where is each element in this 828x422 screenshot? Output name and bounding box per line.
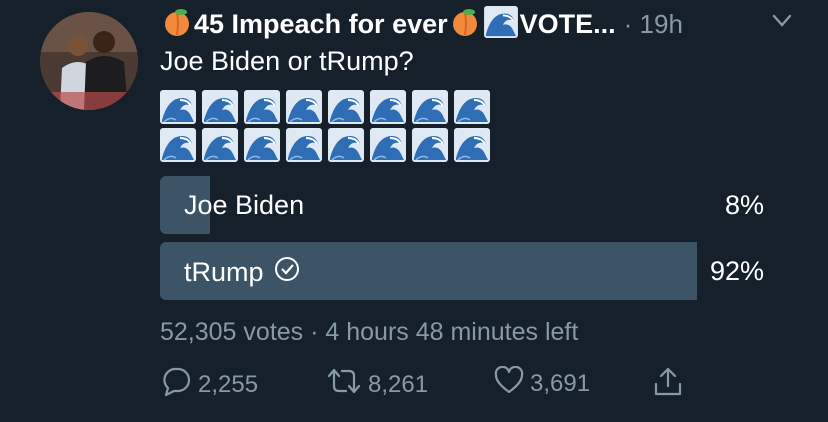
wave-emoji-icon bbox=[370, 90, 406, 124]
poll-option-label: Joe Biden bbox=[184, 190, 304, 221]
retweet-button[interactable]: 8,261 bbox=[326, 366, 428, 403]
avatar-photo bbox=[40, 12, 138, 110]
wave-emoji-icon bbox=[286, 128, 322, 162]
wave-emoji-icon bbox=[202, 90, 238, 124]
check-circle-icon bbox=[274, 256, 300, 289]
wave-emoji-row bbox=[160, 128, 490, 162]
wave-emoji-icon bbox=[160, 128, 196, 162]
wave-emoji-icon bbox=[160, 90, 196, 124]
wave-emoji-icon bbox=[370, 128, 406, 162]
display-name-suffix[interactable]: VOTE... bbox=[520, 9, 616, 40]
retweet-count: 8,261 bbox=[368, 370, 429, 398]
wave-emoji-icon bbox=[483, 5, 518, 43]
wave-emoji-icon bbox=[328, 128, 364, 162]
poll-option-percent: 92% bbox=[709, 256, 764, 286]
poll-option-label: tRump bbox=[184, 256, 300, 289]
share-icon bbox=[652, 366, 684, 405]
share-button[interactable] bbox=[652, 366, 684, 405]
avatar[interactable] bbox=[40, 12, 138, 110]
wave-emoji-icon bbox=[286, 90, 322, 124]
like-button[interactable]: 3,691 bbox=[494, 365, 591, 401]
wave-emoji-rows bbox=[160, 90, 490, 166]
tweet-header: 45 Impeach for ever VOTE... · 19h bbox=[160, 5, 800, 43]
wave-emoji-icon bbox=[454, 90, 490, 124]
wave-emoji-icon bbox=[202, 128, 238, 162]
like-icon bbox=[494, 365, 524, 401]
wave-emoji-icon bbox=[454, 128, 490, 162]
timestamp[interactable]: · 19h bbox=[624, 9, 683, 40]
wave-emoji-icon bbox=[244, 90, 280, 124]
peach-emoji-icon bbox=[162, 7, 192, 42]
display-name[interactable]: 45 Impeach for ever bbox=[194, 9, 448, 40]
poll-option-text: Joe Biden bbox=[184, 190, 305, 220]
retweet-icon bbox=[326, 366, 362, 403]
wave-emoji-icon bbox=[412, 128, 448, 162]
wave-emoji-row bbox=[160, 90, 490, 124]
tweet-actions: 2,255 8,261 3,691 bbox=[160, 365, 700, 403]
reply-count: 2,255 bbox=[198, 370, 259, 398]
poll-option-biden[interactable]: Joe Biden 8% bbox=[160, 176, 768, 234]
reply-icon bbox=[160, 366, 192, 403]
chevron-down-icon[interactable] bbox=[772, 14, 792, 33]
poll-meta: 52,305 votes · 4 hours 48 minutes left bbox=[160, 318, 579, 346]
poll-option-text: tRump bbox=[184, 257, 264, 287]
wave-emoji-icon bbox=[412, 90, 448, 124]
like-count: 3,691 bbox=[530, 369, 591, 397]
wave-emoji-icon bbox=[328, 90, 364, 124]
peach-emoji-icon bbox=[450, 7, 480, 42]
reply-button[interactable]: 2,255 bbox=[160, 366, 258, 403]
wave-emoji-icon bbox=[244, 128, 280, 162]
poll-option-trump[interactable]: tRump 92% bbox=[160, 242, 768, 300]
tweet-text: Joe Biden or tRump? bbox=[160, 46, 414, 76]
poll-option-percent: 8% bbox=[724, 190, 764, 220]
